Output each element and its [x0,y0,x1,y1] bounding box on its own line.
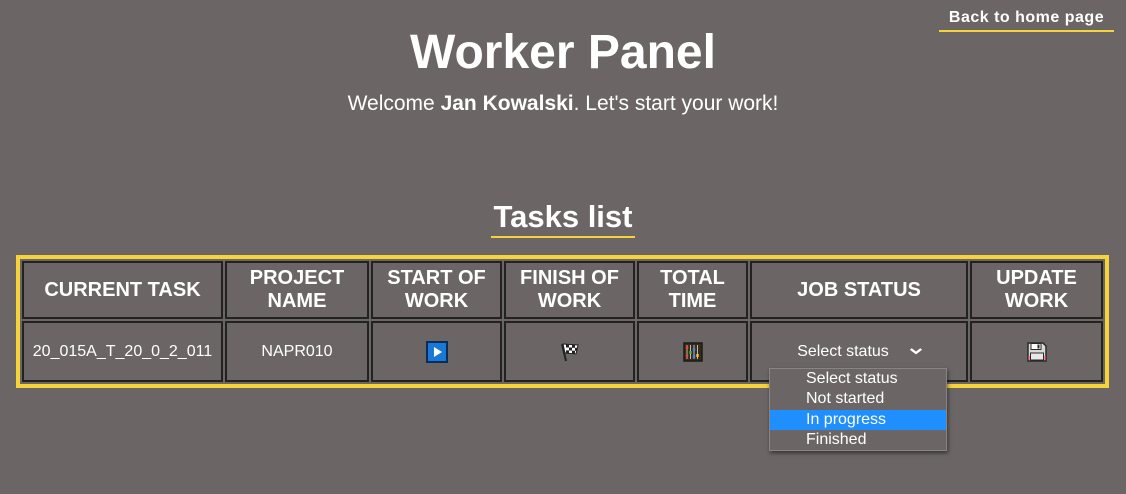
job-status-select[interactable]: Select status [797,342,922,361]
checkered-flag-icon[interactable] [559,341,581,363]
tasks-heading: Tasks list [491,200,635,238]
play-icon[interactable] [425,340,448,363]
page-title: Worker Panel [410,26,716,79]
floppy-disk-icon[interactable] [1026,341,1048,363]
column-header-project-name: PROJECT NAME [225,261,369,319]
total-time-cell [637,321,748,382]
welcome-message: Welcome Jan Kowalski. Let's start your w… [0,92,1126,116]
abacus-icon[interactable] [682,341,704,363]
welcome-suffix: . Let's start your work! [573,92,779,115]
job-status-selected-value: Select status [797,342,889,360]
column-header-start-of-work: START OF WORK [371,261,502,319]
column-header-current-task: CURRENT TASK [22,261,223,319]
user-name: Jan Kowalski [440,92,574,115]
job-status-dropdown-list: Select status Not started In progress Fi… [769,368,947,451]
task-id-cell: 20_015A_T_20_0_2_011 [22,321,223,382]
tasks-heading-wrap: Tasks list [0,200,1126,238]
status-option-in-progress[interactable]: In progress [770,409,946,430]
project-name-cell: NAPR010 [225,321,369,382]
start-work-cell [371,321,502,382]
status-option-not-started[interactable]: Not started [770,389,946,409]
column-header-finish-of-work: FINISH OF WORK [504,261,635,319]
status-option-finished[interactable]: Finished [770,430,946,450]
column-header-total-time: TOTAL TIME [637,261,748,319]
finish-work-cell [504,321,635,382]
update-work-cell [970,321,1103,382]
chevron-down-icon [909,346,922,358]
column-header-update-work: UPDATE WORK [970,261,1103,319]
status-option-select-status[interactable]: Select status [770,369,946,389]
welcome-prefix: Welcome [347,92,441,115]
column-header-job-status: JOB STATUS [750,261,968,319]
